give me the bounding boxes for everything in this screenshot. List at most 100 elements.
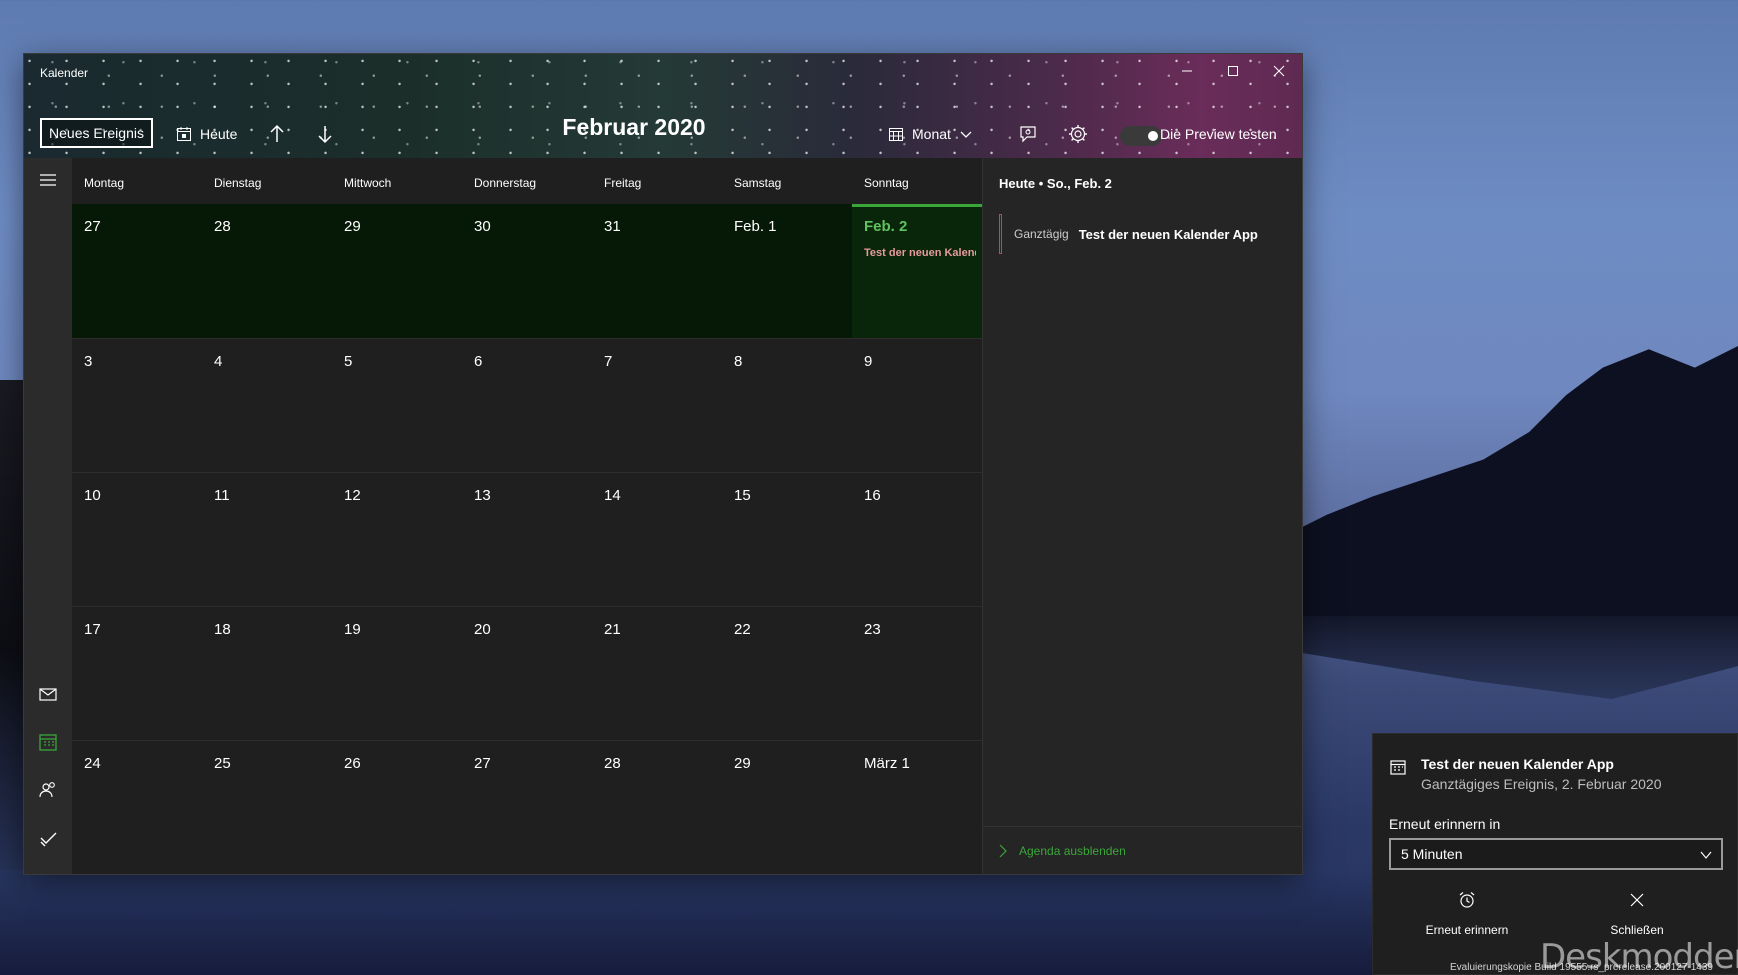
day-number: 18: [214, 621, 231, 638]
toast-subtitle: Ganztägiges Ereignis, 2. Februar 2020: [1421, 776, 1662, 792]
day-number: 3: [84, 353, 93, 370]
hide-agenda-button[interactable]: Agenda ausblenden: [983, 826, 1302, 874]
day-cell[interactable]: 19: [332, 607, 462, 741]
day-cell[interactable]: 31: [592, 204, 722, 338]
calendar-today-icon: [177, 127, 191, 141]
day-number: 4: [214, 353, 223, 370]
day-cell[interactable]: 25: [202, 741, 332, 874]
arrow-up-icon: [270, 124, 284, 142]
day-cell[interactable]: 28: [592, 741, 722, 874]
day-cell[interactable]: 29: [722, 741, 852, 874]
day-number: 17: [84, 621, 101, 638]
maximize-button[interactable]: [1211, 58, 1255, 88]
close-button[interactable]: [1257, 58, 1301, 88]
day-number: 8: [734, 353, 743, 370]
day-cell[interactable]: 6: [462, 339, 592, 473]
day-cell[interactable]: März 1: [852, 741, 982, 874]
day-cell[interactable]: 18: [202, 607, 332, 741]
day-cell[interactable]: 13: [462, 473, 592, 607]
day-cell[interactable]: 9: [852, 339, 982, 473]
next-month-button[interactable]: [312, 120, 338, 148]
preview-toggle-label: Die Preview testen: [1160, 126, 1277, 142]
week-row: 3 4 5 6 7 8 9: [72, 338, 982, 472]
day-cell[interactable]: 7: [592, 339, 722, 473]
day-cell[interactable]: 24: [72, 741, 202, 874]
preview-toggle[interactable]: [1120, 126, 1162, 146]
day-header-tuesday: Dienstag: [214, 176, 262, 190]
day-cell[interactable]: 4: [202, 339, 332, 473]
day-cell[interactable]: 27: [462, 741, 592, 874]
todo-checkmark-icon: [40, 832, 57, 847]
day-cell[interactable]: 14: [592, 473, 722, 607]
day-cell[interactable]: 8: [722, 339, 852, 473]
day-cell[interactable]: 23: [852, 607, 982, 741]
day-number: 29: [734, 755, 751, 772]
day-number-today: Feb. 2: [864, 218, 908, 235]
day-header-thursday: Donnerstag: [474, 176, 537, 190]
title-bar[interactable]: Kalender Neues Ereignis Heute Februar 20…: [24, 54, 1302, 158]
day-cell-today[interactable]: Feb. 2 Test der neuen Kalender App: [852, 204, 982, 338]
calendar-event[interactable]: Test der neuen Kalender App: [864, 247, 976, 259]
agenda-pane: Heute • So., Feb. 2 Ganztägig Test der n…: [982, 158, 1302, 874]
today-button[interactable]: Heute: [176, 121, 237, 147]
day-number: 26: [344, 755, 361, 772]
calendar-icon: [1390, 760, 1406, 775]
day-number: 9: [864, 353, 873, 370]
agenda-header: Heute • So., Feb. 2: [999, 176, 1112, 191]
day-cell[interactable]: Feb. 1: [722, 204, 852, 338]
day-cell[interactable]: 29: [332, 204, 462, 338]
day-header-row: Montag Dienstag Mittwoch Donnerstag Frei…: [72, 158, 982, 204]
day-cell[interactable]: 17: [72, 607, 202, 741]
day-cell[interactable]: 15: [722, 473, 852, 607]
day-number: 22: [734, 621, 751, 638]
snooze-button[interactable]: Erneut erinnern: [1383, 890, 1551, 950]
maximize-icon: [1228, 66, 1238, 76]
day-number: 21: [604, 621, 621, 638]
minimize-button[interactable]: [1165, 58, 1209, 88]
close-icon: [1630, 893, 1644, 907]
feedback-button[interactable]: [1016, 122, 1040, 146]
view-switcher[interactable]: Monat: [888, 121, 973, 147]
day-cell[interactable]: 27: [72, 204, 202, 338]
day-header-monday: Montag: [84, 176, 125, 190]
agenda-event[interactable]: Ganztägig Test der neuen Kalender App: [999, 214, 1289, 254]
day-cell[interactable]: 20: [462, 607, 592, 741]
day-cell[interactable]: 11: [202, 473, 332, 607]
calendar-nav-button[interactable]: [36, 730, 60, 754]
day-cell[interactable]: 16: [852, 473, 982, 607]
settings-button[interactable]: [1066, 122, 1090, 146]
close-icon: [1273, 65, 1285, 77]
day-cell[interactable]: 5: [332, 339, 462, 473]
mail-button[interactable]: [36, 682, 60, 706]
people-button[interactable]: [36, 778, 60, 802]
day-cell[interactable]: 26: [332, 741, 462, 874]
navigation-rail: [24, 158, 72, 874]
week-row: 17 18 19 20 21 22 23: [72, 606, 982, 740]
day-cell[interactable]: 30: [462, 204, 592, 338]
snooze-select[interactable]: 5 Minuten: [1389, 838, 1723, 870]
previous-month-button[interactable]: [264, 120, 290, 148]
dismiss-button-label: Schließen: [1610, 923, 1664, 937]
todo-button[interactable]: [36, 826, 60, 850]
people-icon: [39, 782, 55, 798]
today-button-label: Heute: [200, 126, 238, 142]
window-title: Kalender: [40, 66, 89, 80]
day-number: 16: [864, 487, 881, 504]
week-row: 24 25 26 27 28 29 März 1: [72, 740, 982, 874]
day-cell[interactable]: 28: [202, 204, 332, 338]
month-view-icon: [889, 128, 903, 141]
new-event-button[interactable]: Neues Ereignis: [40, 118, 153, 148]
calendar-icon: [39, 734, 57, 751]
day-cell[interactable]: 21: [592, 607, 722, 741]
day-cell[interactable]: 10: [72, 473, 202, 607]
day-number: 14: [604, 487, 621, 504]
day-number: 30: [474, 218, 491, 235]
chevron-down-icon: [1700, 851, 1712, 859]
day-cell[interactable]: 3: [72, 339, 202, 473]
menu-button[interactable]: [36, 168, 60, 192]
day-cell[interactable]: 22: [722, 607, 852, 741]
day-header-sunday: Sonntag: [864, 176, 909, 190]
day-cell[interactable]: 12: [332, 473, 462, 607]
day-number: 6: [474, 353, 483, 370]
tree-silhouette: [0, 380, 26, 920]
